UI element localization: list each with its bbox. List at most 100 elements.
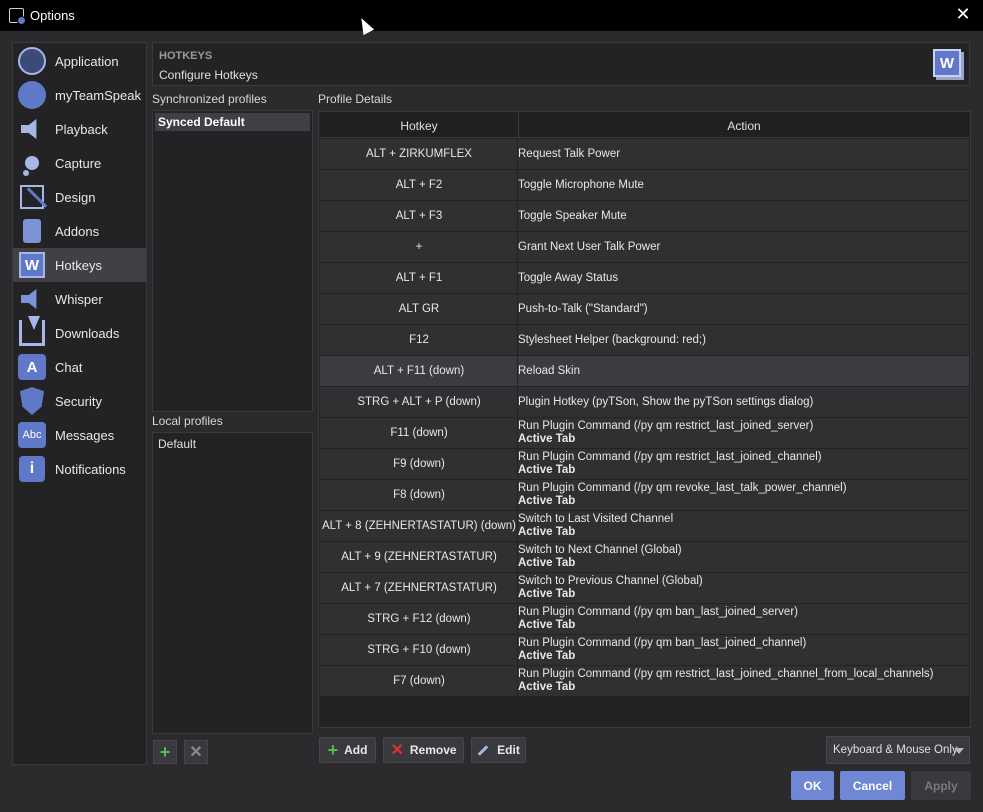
table-row[interactable]: F9 (down) Run Plugin Command (/py qm rest… xyxy=(320,449,969,480)
action-text: Push-to-Talk ("Standard") xyxy=(518,303,648,315)
sidebar-item-playback[interactable]: Playback xyxy=(13,112,146,146)
hotkey-cell: F8 (down) xyxy=(393,489,445,501)
action-text: Plugin Hotkey (pyTSon, Show the pyTSon s… xyxy=(518,396,814,408)
table-row[interactable]: F12 Stylesheet Helper (background: red;) xyxy=(320,325,969,356)
whisper-icon xyxy=(17,284,47,314)
table-row[interactable]: STRG + ALT + P (down) Plugin Hotkey (pyTS… xyxy=(320,387,969,418)
page-title: Configure Hotkeys xyxy=(159,68,258,82)
action-cell: Request Talk Power xyxy=(518,148,620,160)
ok-button[interactable]: OK xyxy=(791,771,834,800)
add-profile-button[interactable]: + xyxy=(153,740,177,764)
sidebar-item-design[interactable]: Design xyxy=(13,180,146,214)
table-row[interactable]: ALT + 8 (ZEHNERTASTATUR) (down) Switch to… xyxy=(320,511,969,542)
table-row[interactable]: STRG + F10 (down) Run Plugin Command (/py… xyxy=(320,635,969,666)
local-profiles-list: Default xyxy=(152,432,313,734)
table-row[interactable]: F7 (down) Run Plugin Command (/py qm rest… xyxy=(320,666,969,697)
action-cell: Push-to-Talk ("Standard") xyxy=(518,303,648,315)
table-row[interactable]: ALT + 7 (ZEHNERTASTATUR) Switch to Previo… xyxy=(320,573,969,604)
hotkey-cell: STRG + F10 (down) xyxy=(367,644,471,656)
plus-icon: + xyxy=(159,741,171,762)
hotkey-cell: ALT + F2 xyxy=(395,179,443,191)
sidebar-item-label: Notifications xyxy=(55,461,126,477)
action-cell: Toggle Microphone Mute xyxy=(518,179,644,191)
sidebar-item-messages[interactable]: Abc Messages xyxy=(13,418,146,452)
myteamspeak-icon xyxy=(17,80,47,110)
action-target: Active Tab xyxy=(518,433,576,445)
sidebar-item-capture[interactable]: Capture xyxy=(13,146,146,180)
list-item[interactable]: Default xyxy=(155,435,310,453)
sidebar-item-label: Playback xyxy=(55,121,108,137)
table-row[interactable]: ALT + F3 Toggle Speaker Mute xyxy=(320,201,969,232)
input-mode-select[interactable]: Keyboard & Mouse Only xyxy=(826,736,970,764)
action-text: Reload Skin xyxy=(518,365,581,377)
list-item[interactable]: Synced Default xyxy=(155,113,310,131)
hotkeys-icon: W xyxy=(17,250,47,280)
sidebar-item-downloads[interactable]: Downloads xyxy=(13,316,146,350)
table-row[interactable]: ALT GR Push-to-Talk ("Standard") xyxy=(320,294,969,325)
column-header-hotkey[interactable]: Hotkey xyxy=(320,119,518,133)
plus-icon: + xyxy=(327,739,339,760)
synced-profiles-list: Synced Default xyxy=(152,110,313,412)
action-cell: Switch to Next Channel (Global) Active Ta… xyxy=(518,544,682,569)
info-icon: i xyxy=(17,454,47,484)
sidebar-item-addons[interactable]: Addons xyxy=(13,214,146,248)
action-cell: Switch to Last Visited Channel Active Tab xyxy=(518,513,673,538)
hotkey-cell: ALT + 8 (ZEHNERTASTATUR) (down) xyxy=(322,520,516,532)
sidebar-item-myteamspeak[interactable]: myTeamSpeak xyxy=(13,78,146,112)
pencil-icon xyxy=(477,744,489,756)
table-row[interactable]: ALT + F1 Toggle Away Status xyxy=(320,263,969,294)
sidebar-item-label: Whisper xyxy=(55,291,103,307)
table-row[interactable]: ALT + 9 (ZEHNERTASTATUR) Switch to Next C… xyxy=(320,542,969,573)
action-target: Active Tab xyxy=(518,557,576,569)
synced-profiles-label: Synchronized profiles xyxy=(152,92,267,106)
action-target: Active Tab xyxy=(518,650,576,662)
table-row[interactable]: STRG + F12 (down) Run Plugin Command (/py… xyxy=(320,604,969,635)
action-cell: Grant Next User Talk Power xyxy=(518,241,660,253)
action-target: Active Tab xyxy=(518,588,576,600)
input-mode-value: Keyboard & Mouse Only xyxy=(833,744,958,756)
table-row[interactable]: ALT + F2 Toggle Microphone Mute xyxy=(320,170,969,201)
table-row[interactable]: F11 (down) Run Plugin Command (/py qm res… xyxy=(320,418,969,449)
hotkey-cell: ALT + F1 xyxy=(395,272,443,284)
action-text: Run Plugin Command (/py qm restrict_last… xyxy=(518,451,822,463)
table-row[interactable]: ALT + F11 (down) Reload Skin xyxy=(320,356,969,387)
action-text: Toggle Microphone Mute xyxy=(518,179,644,191)
column-header-action[interactable]: Action xyxy=(519,119,969,133)
sidebar-item-label: Hotkeys xyxy=(55,257,102,273)
table-row[interactable]: + Grant Next User Talk Power xyxy=(320,232,969,263)
action-cell: Run Plugin Command (/py qm restrict_last… xyxy=(518,451,822,476)
hotkey-cell: F12 xyxy=(409,334,429,346)
sidebar-item-label: Application xyxy=(55,53,119,69)
chevron-down-icon xyxy=(954,748,964,754)
sidebar-item-label: Messages xyxy=(55,427,115,443)
apply-button[interactable]: Apply xyxy=(911,771,971,800)
remove-hotkey-button[interactable]: ✕ Remove xyxy=(383,737,464,763)
sidebar-item-notifications[interactable]: i Notifications xyxy=(13,452,146,486)
sidebar-item-label: Design xyxy=(55,189,96,205)
sidebar-item-label: myTeamSpeak xyxy=(55,87,141,103)
table-row[interactable]: F8 (down) Run Plugin Command (/py qm revo… xyxy=(320,480,969,511)
table-row[interactable]: ALT + ZIRKUMFLEX Request Talk Power xyxy=(320,139,969,170)
sidebar-item-label: Security xyxy=(55,393,102,409)
profile-details-label: Profile Details xyxy=(318,92,393,106)
action-cell: Toggle Speaker Mute xyxy=(518,210,627,222)
action-text: Run Plugin Command (/py qm ban_last_join… xyxy=(518,606,798,618)
action-text: Switch to Last Visited Channel xyxy=(518,513,674,525)
cancel-button[interactable]: Cancel xyxy=(840,771,905,800)
sidebar-item-security[interactable]: Security xyxy=(13,384,146,418)
hotkey-cell: STRG + ALT + P (down) xyxy=(357,396,481,408)
remove-profile-button[interactable]: ✕ xyxy=(184,740,208,764)
sidebar-item-hotkeys[interactable]: W Hotkeys xyxy=(13,248,146,282)
sidebar-item-label: Addons xyxy=(55,223,100,239)
sidebar-item-chat[interactable]: A Chat xyxy=(13,350,146,384)
hotkey-cell: ALT + F11 (down) xyxy=(373,365,465,377)
edit-hotkey-button[interactable]: Edit xyxy=(471,737,526,763)
action-cell: Switch to Previous Channel (Global) Activ… xyxy=(518,575,703,600)
hotkey-cell: ALT + F3 xyxy=(395,210,443,222)
add-hotkey-button[interactable]: + Add xyxy=(319,737,376,763)
sidebar-item-application[interactable]: Application xyxy=(13,44,146,78)
sidebar-item-whisper[interactable]: Whisper xyxy=(13,282,146,316)
close-icon[interactable]: ✕ xyxy=(953,4,973,25)
table-header: Hotkey Action xyxy=(320,113,969,138)
hotkey-cell: + xyxy=(415,241,423,253)
